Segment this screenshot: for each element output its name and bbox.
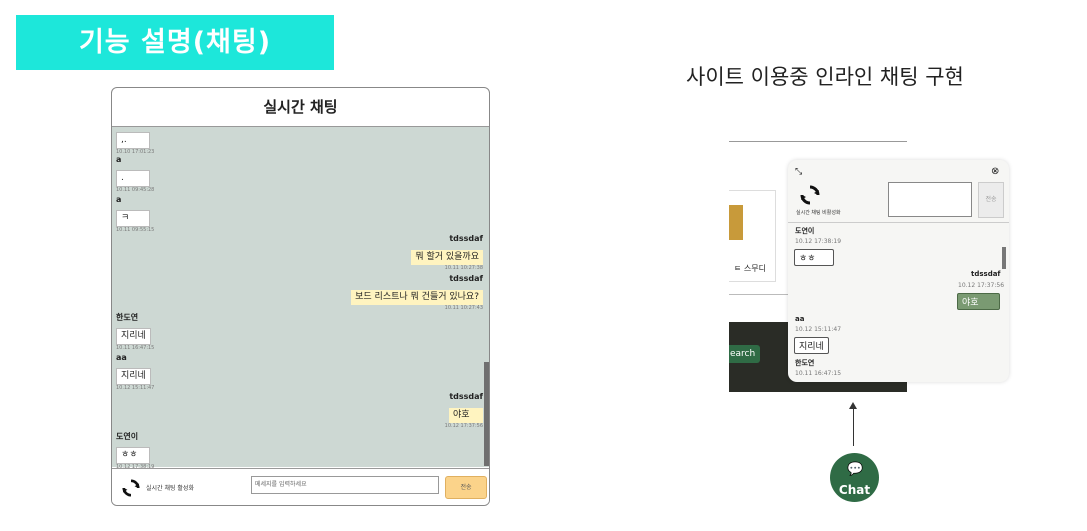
message-bubble: 야호: [957, 293, 1000, 310]
chat-message: tdssdaf 야호 10.12 17:37:56: [445, 392, 483, 430]
chat-scrollbar[interactable]: [484, 362, 489, 466]
message-bubble: ,.: [116, 132, 150, 149]
message-time: 10.11 16:47:15: [795, 370, 842, 377]
chat-bubble-icon: 💬: [847, 462, 864, 477]
sender-name: tdssdaf: [449, 274, 483, 283]
message-time: 10.11 09:45:28: [116, 187, 155, 193]
feature-description: 사이트 이용중 인라인 채팅 구현: [686, 65, 964, 89]
chat-launcher-label: Chat: [838, 483, 871, 497]
sender-name: tdssdaf: [449, 392, 483, 401]
message-bubble: .: [116, 170, 150, 187]
chat-message: a ㅋ 10.11 09:55:15: [116, 195, 154, 234]
site-divider: [729, 141, 907, 142]
message-bubble: 지리네: [794, 337, 829, 354]
widget-message-input[interactable]: [888, 182, 972, 217]
background-product-image: [729, 205, 743, 240]
sender-name: 도연이: [795, 227, 815, 235]
message-time: 10.12 17:37:56: [444, 423, 483, 429]
chat-message: a . 10.11 09:45:28: [116, 155, 154, 194]
chat-message: tdssdaf 뭐 할거 있을까요 10.11 10:27:38: [411, 234, 483, 272]
send-button[interactable]: 전송: [445, 476, 487, 499]
message-time: 10.12 17:37:56: [958, 282, 1005, 289]
message-bubble: 뭐 할거 있을까요: [411, 250, 483, 265]
message-time: 10.11 10:27:38: [444, 265, 483, 271]
expand-icon[interactable]: ⤡: [795, 167, 802, 177]
background-card-label: ㅌ 스무디: [734, 264, 766, 273]
message-time: 10.12 15:11:47: [795, 326, 842, 333]
message-time: 10.12 17:38:19: [795, 238, 842, 245]
message-bubble: 지리네: [116, 328, 151, 345]
chat-widget: ⤡ ⊗ 실시간 채팅 비활성화 전송 도연이 10.12 17:38:19 ㅎㅎ…: [788, 160, 1009, 382]
background-search-button: earch: [729, 345, 760, 363]
chat-deactivation-label: 실시간 채팅 비활성화: [796, 210, 841, 216]
message-bubble: ㅋ: [116, 210, 150, 227]
message-time: 10.11 16:47:15: [116, 345, 155, 351]
refresh-logo-icon[interactable]: [800, 185, 820, 205]
close-icon[interactable]: ⊗: [991, 166, 999, 177]
pointer-arrow: [853, 406, 854, 446]
message-bubble: 보드 리스트나 뭐 건들거 있나요?: [351, 290, 483, 305]
chat-message: 한도연 지리네 10.11 16:47:15: [116, 313, 154, 352]
message-bubble: 야호: [449, 408, 483, 423]
chat-message: ,. 10.10 17:01:23: [116, 127, 154, 156]
message-bubble: ㅎㅎ: [794, 249, 834, 266]
refresh-logo-icon[interactable]: [122, 479, 140, 497]
message-time: 10.11 09:55:15: [116, 227, 155, 233]
sender-name: a: [116, 195, 122, 204]
chat-message-list[interactable]: ,. 10.10 17:01:23 a . 10.11 09:45:28 a ㅋ…: [112, 127, 489, 470]
chat-launcher-button[interactable]: 💬 Chat: [830, 453, 879, 502]
chat-footer: 실시간 채팅 활성화 메세지를 입력하세요 전송: [112, 468, 489, 505]
chat-panel: 실시간 채팅 ,. 10.10 17:01:23 a . 10.11 09:45…: [111, 87, 490, 506]
sender-name: tdssdaf: [449, 234, 483, 243]
chat-message: 도연이 ㅎㅎ 10.12 17:38:19: [116, 432, 154, 471]
message-time: 10.12 15:11:47: [116, 385, 155, 391]
sender-name: aa: [116, 353, 127, 362]
widget-scrollbar[interactable]: [1002, 247, 1006, 269]
widget-divider: [788, 222, 1009, 223]
sender-name: 한도연: [116, 313, 139, 322]
chat-message: aa 지리네 10.12 15:11:47: [116, 353, 154, 392]
background-divider: [729, 294, 791, 295]
sender-name: aa: [795, 315, 805, 323]
widget-send-button[interactable]: 전송: [978, 182, 1004, 218]
message-bubble: 지리네: [116, 368, 151, 385]
message-time: 10.11 10:27:43: [444, 305, 483, 311]
message-bubble: ㅎㅎ: [116, 447, 150, 464]
chat-header: 실시간 채팅: [112, 88, 489, 127]
chat-activation-label: 실시간 채팅 활성화: [146, 485, 194, 492]
sender-name: a: [116, 155, 122, 164]
sender-name: 한도연: [795, 359, 815, 367]
message-input[interactable]: 메세지를 입력하세요: [251, 476, 439, 494]
sender-name: tdssdaf: [971, 270, 1001, 278]
section-title: 기능 설명(채팅): [16, 15, 334, 70]
sender-name: 도연이: [116, 432, 139, 441]
chat-message: tdssdaf 보드 리스트나 뭐 건들거 있나요? 10.11 10:27:4…: [351, 274, 483, 312]
